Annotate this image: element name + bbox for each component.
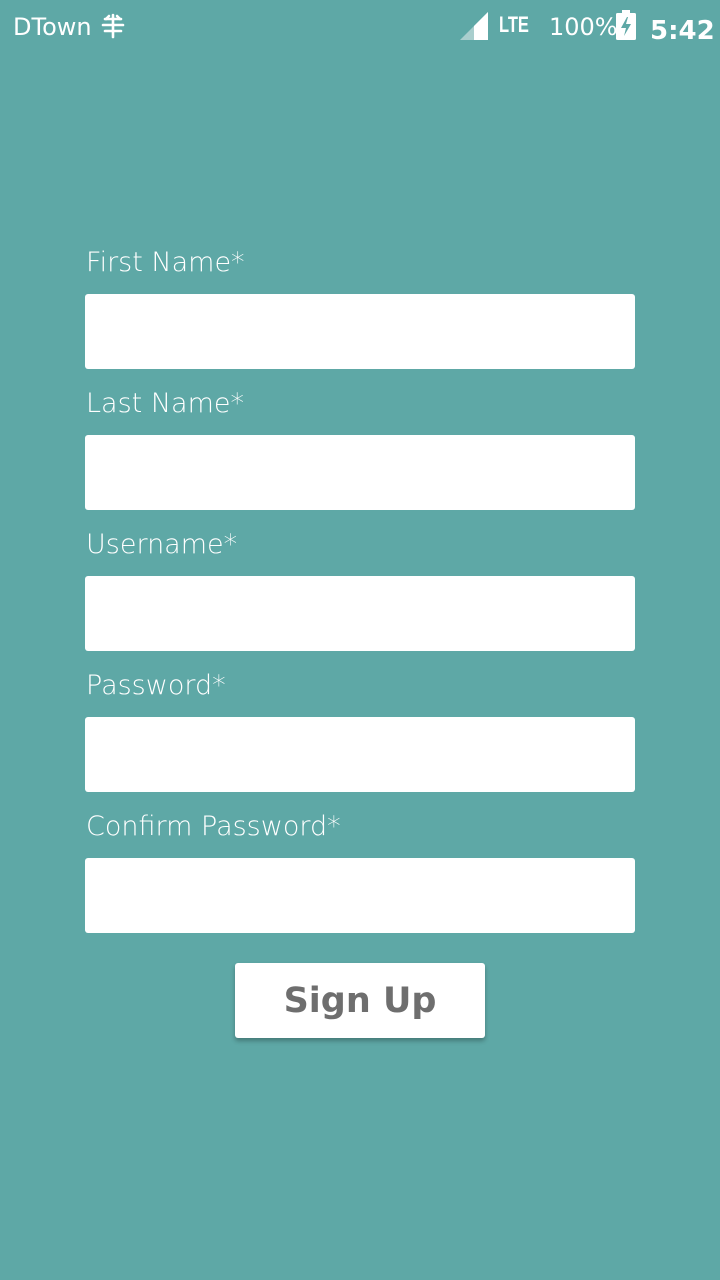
- password-field[interactable]: [85, 717, 635, 792]
- signal-icon: [460, 12, 488, 40]
- tree-icon: [101, 13, 125, 39]
- carrier-name: DTown: [13, 13, 92, 41]
- first-name-field[interactable]: [85, 294, 635, 369]
- last-name-field[interactable]: [85, 435, 635, 510]
- username-label: Username*: [86, 529, 238, 560]
- battery-percentage: 100%: [549, 13, 618, 41]
- sign-up-button[interactable]: Sign Up: [235, 963, 485, 1038]
- username-field[interactable]: [85, 576, 635, 651]
- confirm-password-label: Confirm Password*: [86, 811, 341, 842]
- last-name-label: Last Name*: [86, 388, 244, 419]
- first-name-label: First Name*: [86, 247, 245, 278]
- password-label: Password*: [86, 670, 226, 701]
- battery-charging-icon: [616, 10, 636, 40]
- clock: 5:42: [650, 16, 715, 46]
- status-bar: DTown LTE 100% 5:42: [0, 0, 720, 56]
- network-type: LTE: [499, 12, 529, 37]
- signup-form: First Name* Last Name* Username* Passwor…: [85, 243, 635, 948]
- confirm-password-field[interactable]: [85, 858, 635, 933]
